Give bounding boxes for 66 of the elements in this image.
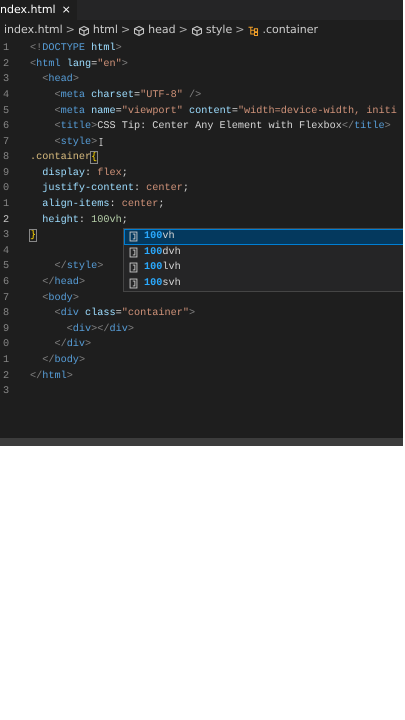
separator-icon: > <box>235 22 244 39</box>
cube-icon <box>78 24 90 36</box>
code-line: <style> <box>53 136 98 150</box>
line-number: 5 <box>2 260 10 274</box>
separator-icon: > <box>178 22 188 39</box>
cube-icon <box>133 24 146 36</box>
horizontal-scrollbar[interactable] <box>0 438 403 446</box>
code-line: <html lang="en"> <box>30 58 128 72</box>
line-number: 0 <box>2 338 10 352</box>
line-number: 0 <box>2 182 10 196</box>
code-line: </head> <box>41 276 86 290</box>
breadcrumb-item[interactable]: html <box>92 22 118 39</box>
code-line: display: flex; <box>41 166 128 181</box>
code-line: </div> <box>53 338 92 352</box>
cube-icon <box>190 24 203 36</box>
code-line: <body> <box>41 292 79 306</box>
file-tab[interactable]: ndex.html × <box>0 0 77 20</box>
breadcrumb-item[interactable]: head <box>148 22 176 39</box>
breadcrumb-item[interactable]: index.html <box>4 22 63 39</box>
line-number: 7 <box>2 292 10 306</box>
code-line: <head> <box>41 72 79 88</box>
branch-icon <box>247 24 260 36</box>
line-number: 5 <box>2 104 10 119</box>
line-number: 2 <box>2 370 10 384</box>
suggestion-item[interactable]: 100lvh <box>144 260 181 276</box>
code-line: justify-content: center; <box>41 182 189 196</box>
code-line: <meta name="viewport" content="width=device-width, initi <box>53 104 397 119</box>
bracket-icon <box>128 246 139 258</box>
line-number: 3 <box>2 73 10 88</box>
line-number: 3 <box>2 229 10 244</box>
code-line: </html> <box>30 370 73 384</box>
line-number: 8 <box>2 307 10 322</box>
line-number: 1 <box>2 42 10 56</box>
suggestion-item[interactable]: 100vh <box>144 229 175 244</box>
line-number: 7 <box>2 136 10 150</box>
code-line: <title>CSS Tip: Center Any Element with Flexbox</title> <box>53 120 391 134</box>
line-number: 2 <box>2 58 10 72</box>
line-number: 8 <box>2 151 10 166</box>
line-number: 4 <box>2 88 10 103</box>
code-line: align-items: center; <box>41 198 165 212</box>
code-line: </style> <box>53 260 104 274</box>
line-number: 1 <box>2 354 10 368</box>
separator-icon: > <box>120 22 130 39</box>
separator-icon: > <box>66 22 75 39</box>
code-line: <meta charset="UTF-8" /> <box>53 88 202 103</box>
line-number: 3 <box>2 385 10 400</box>
line-number: 9 <box>2 322 10 337</box>
suggestion-item[interactable]: 100svh <box>144 276 181 292</box>
line-number: 1 <box>2 198 10 212</box>
bracket-icon <box>128 262 139 274</box>
suggestion-item[interactable]: 100dvh <box>144 244 181 260</box>
code-line: </body> <box>41 354 86 368</box>
code-line: <div class="container"> <box>53 306 196 322</box>
code-line: height: 100vh; <box>41 214 128 228</box>
line-number: 4 <box>2 244 10 259</box>
bracket-icon <box>128 231 139 242</box>
code-line: <!DOCTYPE html> <box>30 42 122 56</box>
line-number: 9 <box>2 166 10 181</box>
line-number: 2 <box>2 214 10 228</box>
breadcrumb-item[interactable]: style <box>206 22 232 39</box>
line-number: 6 <box>2 120 10 134</box>
line-number: 6 <box>2 276 10 290</box>
bracket-icon <box>128 278 139 290</box>
breadcrumb-item[interactable]: .container <box>262 22 318 39</box>
code-line: <div></div> <box>66 322 134 337</box>
close-icon[interactable]: × <box>62 2 71 18</box>
